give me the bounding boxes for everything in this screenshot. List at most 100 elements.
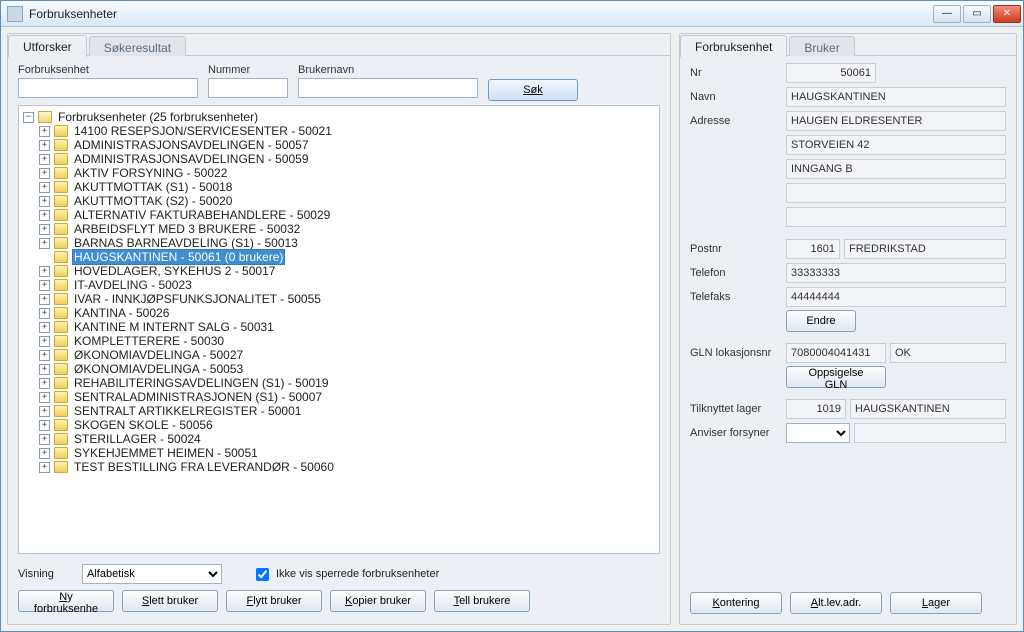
label-telefaks: Telefaks [690, 291, 786, 303]
tree-item[interactable]: AKUTTMOTTAK (S2) - 50020 [72, 194, 234, 208]
tab-sokeresultat[interactable]: Søkeresultat [89, 36, 186, 56]
tree-item[interactable]: ØKONOMIAVDELINGA - 50053 [72, 362, 245, 376]
tab-forbruksenhet[interactable]: Forbruksenhet [680, 35, 787, 57]
hide-locked-input[interactable] [256, 568, 269, 581]
kopier-bruker-button[interactable]: Kopier bruker [330, 590, 426, 612]
folder-icon [54, 349, 68, 361]
oppsigelse-gln-button[interactable]: Oppsigelse GLN [786, 366, 886, 388]
expand-icon[interactable]: + [39, 294, 50, 305]
folder-icon [54, 153, 68, 165]
endre-button[interactable]: Endre [786, 310, 856, 332]
tree-item[interactable]: KANTINE M INTERNT SALG - 50031 [72, 320, 276, 334]
tab-bruker[interactable]: Bruker [789, 36, 854, 56]
hide-locked-checkbox[interactable]: Ikke vis sperrede forbruksenheter [252, 565, 439, 584]
folder-icon [54, 433, 68, 445]
tree-item[interactable]: AKTIV FORSYNING - 50022 [72, 166, 229, 180]
flytt-bruker-button[interactable]: Flytt bruker [226, 590, 322, 612]
tree-item[interactable]: IT-AVDELING - 50023 [72, 278, 194, 292]
folder-icon [54, 195, 68, 207]
tree-view[interactable]: − Forbruksenheter (25 forbruksenheter) +… [18, 105, 660, 554]
tree-item[interactable]: REHABILITERINGSAVDELINGEN (S1) - 50019 [72, 376, 331, 390]
tree-root-label[interactable]: Forbruksenheter (25 forbruksenheter) [56, 110, 260, 124]
field-navn: HAUGSKANTINEN [786, 87, 1006, 107]
tree-item[interactable]: SYKEHJEMMET HEIMEN - 50051 [72, 446, 260, 460]
tree-item[interactable]: IVAR - INNKJØPSFUNKSJONALITET - 50055 [72, 292, 323, 306]
expand-icon[interactable]: + [39, 462, 50, 473]
expand-icon[interactable]: + [39, 168, 50, 179]
field-poststed: FREDRIKSTAD [844, 239, 1006, 259]
tree-item[interactable]: HOVEDLAGER, SYKEHUS 2 - 50017 [72, 264, 277, 278]
expand-icon[interactable]: + [39, 140, 50, 151]
expand-icon[interactable]: + [39, 154, 50, 165]
expand-icon[interactable]: + [39, 266, 50, 277]
expand-icon[interactable]: + [39, 322, 50, 333]
view-bar: Visning Alfabetisk Ikke vis sperrede for… [18, 562, 660, 590]
kontering-button[interactable]: Kontering [690, 592, 782, 614]
field-telefon: 33333333 [786, 263, 1006, 283]
filter-row: Forbruksenhet Nummer Brukernavn Søk [18, 64, 660, 101]
altlevadr-button[interactable]: Alt.lev.adr. [790, 592, 882, 614]
field-adresse5 [786, 207, 1006, 227]
tree-item[interactable]: ARBEIDSFLYT MED 3 BRUKERE - 50032 [72, 222, 302, 236]
expand-icon[interactable]: + [39, 280, 50, 291]
folder-icon [54, 307, 68, 319]
label-telefon: Telefon [690, 267, 786, 279]
filter-brukernavn-input[interactable] [298, 78, 478, 98]
tree-item[interactable]: SENTRALT ARTIKKELREGISTER - 50001 [72, 404, 303, 418]
tell-brukere-button[interactable]: Tell brukere [434, 590, 530, 612]
field-lager-navn: HAUGSKANTINEN [850, 399, 1006, 419]
expand-icon[interactable]: + [39, 420, 50, 431]
folder-icon [54, 209, 68, 221]
expand-icon[interactable]: + [39, 210, 50, 221]
field-anviser-navn [854, 423, 1006, 443]
field-lager-nr: 1019 [786, 399, 846, 419]
expand-icon[interactable]: + [39, 224, 50, 235]
expand-icon[interactable]: + [39, 392, 50, 403]
expand-icon[interactable]: + [39, 434, 50, 445]
filter-forbruksenhet-input[interactable] [18, 78, 198, 98]
tree-item[interactable]: ØKONOMIAVDELINGA - 50027 [72, 348, 245, 362]
maximize-button[interactable]: ▭ [963, 5, 991, 23]
slett-bruker-button[interactable]: Slett bruker [122, 590, 218, 612]
tree-item[interactable]: HAUGSKANTINEN - 50061 (0 brukere) [72, 249, 285, 265]
anviser-select[interactable] [786, 423, 850, 443]
folder-icon [54, 139, 68, 151]
folder-icon [54, 447, 68, 459]
view-select[interactable]: Alfabetisk [82, 564, 222, 584]
tree-item[interactable]: AKUTTMOTTAK (S1) - 50018 [72, 180, 234, 194]
lager-button[interactable]: Lager [890, 592, 982, 614]
label-gln: GLN lokasjonsnr [690, 347, 786, 359]
expand-icon[interactable]: + [39, 196, 50, 207]
tab-utforsker[interactable]: Utforsker [8, 35, 87, 57]
tree-item[interactable]: ADMINISTRASJONSAVDELINGEN - 50057 [72, 138, 311, 152]
filter-nummer-input[interactable] [208, 78, 288, 98]
tree-item[interactable]: SENTRALADMINISTRASJONEN (S1) - 50007 [72, 390, 324, 404]
minimize-button[interactable]: — [933, 5, 961, 23]
expand-icon[interactable]: + [39, 238, 50, 249]
ny-forbruksenhet-button[interactable]: Ny forbruksenhe [18, 590, 114, 612]
tree-item[interactable]: SKOGEN SKOLE - 50056 [72, 418, 215, 432]
expand-icon[interactable]: + [39, 378, 50, 389]
tree-item[interactable]: BARNAS BARNEAVDELING (S1) - 50013 [72, 236, 300, 250]
expand-icon[interactable]: − [23, 112, 34, 123]
tree-item[interactable]: KANTINA - 50026 [72, 306, 171, 320]
tree-item[interactable]: TEST BESTILLING FRA LEVERANDØR - 50060 [72, 460, 336, 474]
expand-icon[interactable]: + [39, 406, 50, 417]
search-button[interactable]: Søk [488, 79, 578, 101]
expand-icon[interactable]: + [39, 364, 50, 375]
expand-icon[interactable]: + [39, 448, 50, 459]
tree-item[interactable]: ADMINISTRASJONSAVDELINGEN - 50059 [72, 152, 311, 166]
expand-icon[interactable]: + [39, 336, 50, 347]
tree-item[interactable]: ALTERNATIV FAKTURABEHANDLERE - 50029 [72, 208, 332, 222]
tree-item[interactable]: 14100 RESEPSJON/SERVICESENTER - 50021 [72, 124, 334, 138]
field-telefaks: 44444444 [786, 287, 1006, 307]
expand-icon[interactable]: + [39, 350, 50, 361]
tree-item[interactable]: STERILLAGER - 50024 [72, 432, 203, 446]
expand-icon[interactable]: + [39, 126, 50, 137]
expand-icon[interactable]: + [39, 308, 50, 319]
expand-icon[interactable]: + [39, 182, 50, 193]
tree-item[interactable]: KOMPLETTERERE - 50030 [72, 334, 226, 348]
app-window: Forbruksenheter — ▭ ✕ Utforsker Søkeresu… [0, 0, 1024, 632]
field-gln-status: OK [890, 343, 1006, 363]
close-button[interactable]: ✕ [993, 5, 1021, 23]
